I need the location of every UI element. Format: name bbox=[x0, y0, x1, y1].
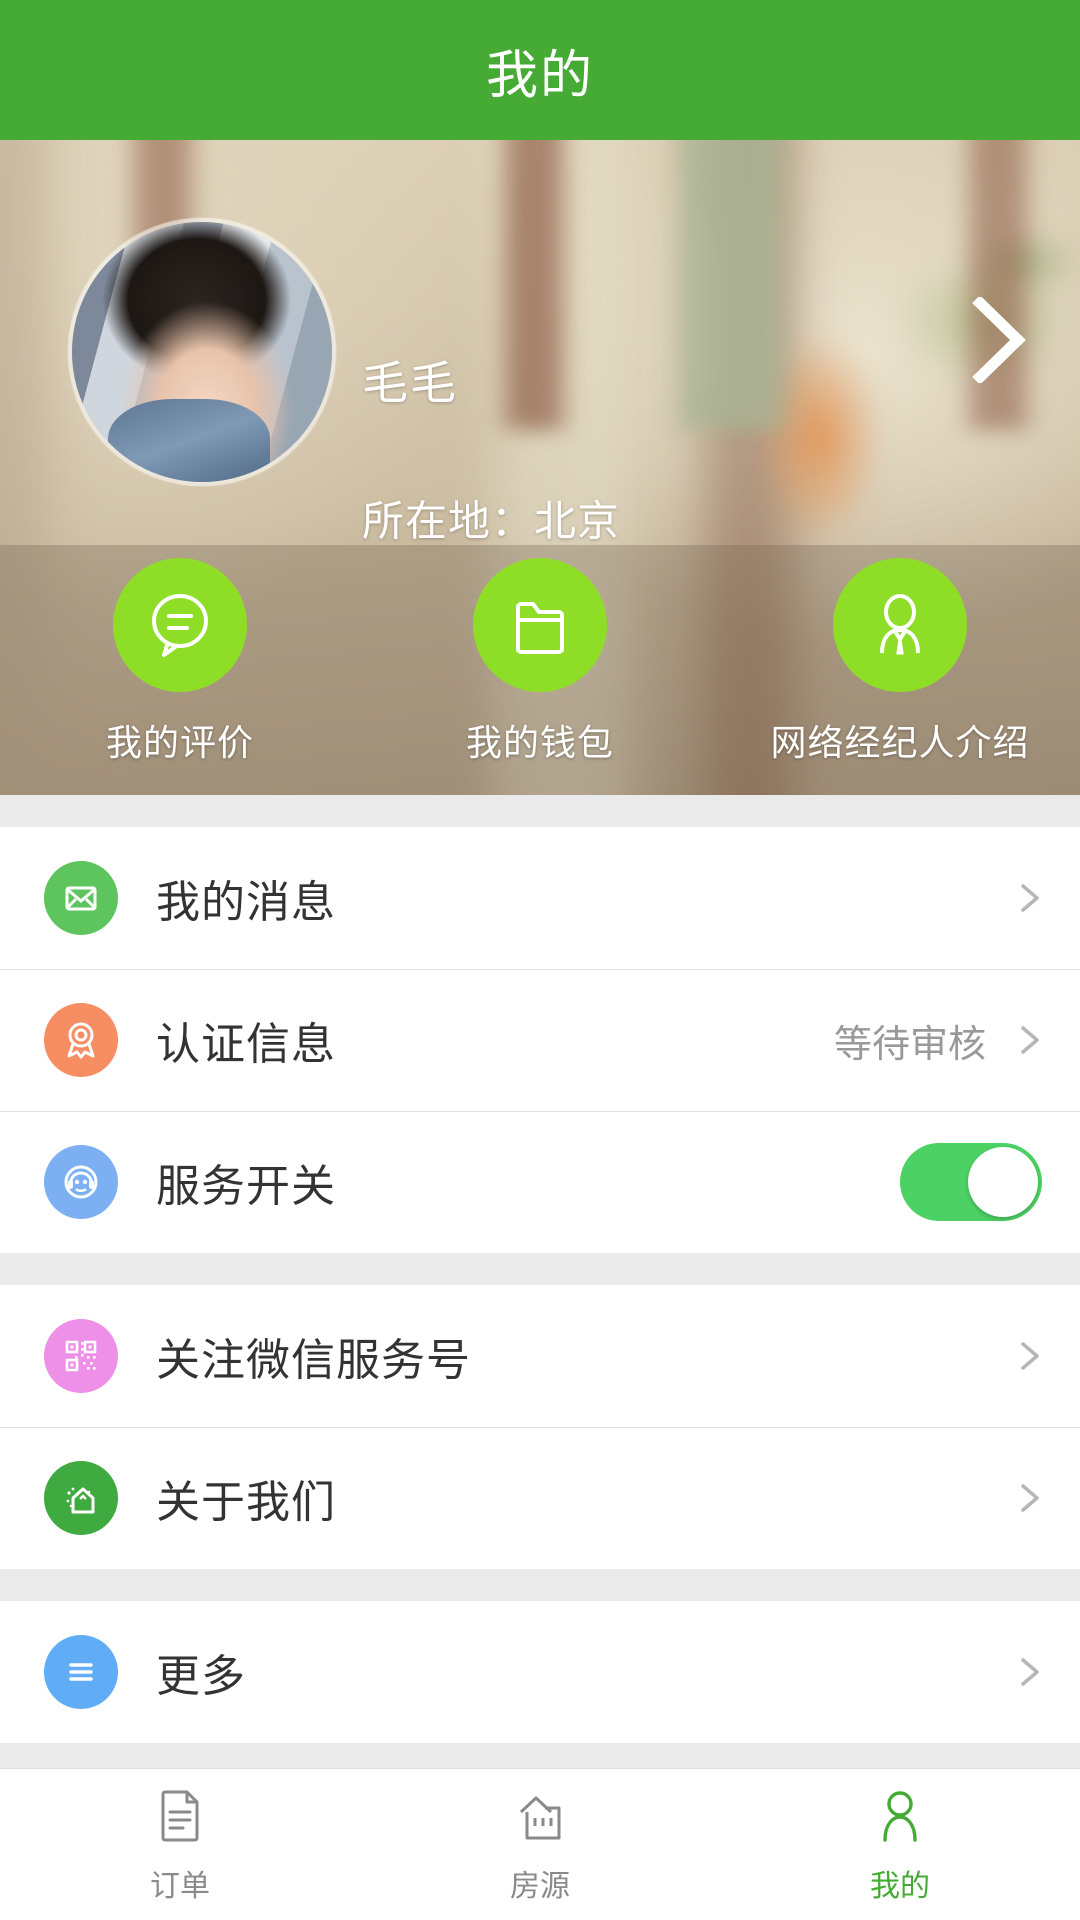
row-label: 关于我们 bbox=[156, 1478, 336, 1527]
tab-mine[interactable]: 我的 bbox=[720, 1769, 1080, 1920]
building-icon bbox=[509, 1784, 571, 1851]
avatar[interactable] bbox=[68, 218, 336, 486]
chevron-right-icon bbox=[1012, 881, 1046, 915]
row-label: 更多 bbox=[156, 1652, 246, 1701]
settings-group-2: 关注微信服务号 关于我们 bbox=[0, 1285, 1080, 1569]
chevron-right-icon bbox=[1012, 1481, 1046, 1515]
envelope-icon bbox=[44, 861, 118, 935]
profile-name: 毛毛 bbox=[362, 357, 458, 409]
folder-icon bbox=[473, 558, 607, 692]
quick-action-label: 我的钱包 bbox=[465, 722, 614, 763]
status-badge: 等待审核 bbox=[833, 1023, 986, 1066]
row-my-messages[interactable]: 我的消息 bbox=[0, 827, 1080, 969]
settings-group-1: 我的消息 认证信息 等待审核 服务开关 bbox=[0, 827, 1080, 1253]
tab-label: 订单 bbox=[150, 1870, 210, 1903]
service-switch-toggle[interactable] bbox=[900, 1143, 1042, 1221]
row-verification-info[interactable]: 认证信息 等待审核 bbox=[0, 969, 1080, 1111]
chevron-right-icon bbox=[1012, 1339, 1046, 1373]
app-screen: 我的 毛毛 所在地：北京 我的评价 我的钱包 网络经纪人介绍 我的消息 认证信息… bbox=[0, 0, 1080, 1920]
quick-action-agent-intro[interactable]: 网络经纪人介绍 bbox=[720, 558, 1080, 766]
tab-label: 我的 bbox=[870, 1870, 930, 1903]
chevron-right-icon bbox=[1012, 1023, 1046, 1057]
row-follow-wechat[interactable]: 关注微信服务号 bbox=[0, 1285, 1080, 1427]
quick-action-wallet[interactable]: 我的钱包 bbox=[360, 558, 720, 766]
page-header: 我的 bbox=[0, 0, 1080, 140]
menu-lines-icon bbox=[44, 1635, 118, 1709]
person-icon bbox=[869, 1784, 931, 1851]
quick-action-label: 网络经纪人介绍 bbox=[770, 722, 1030, 763]
profile-hero: 毛毛 所在地：北京 我的评价 我的钱包 网络经纪人介绍 bbox=[0, 140, 1080, 795]
row-service-switch[interactable]: 服务开关 bbox=[0, 1111, 1080, 1253]
chevron-right-icon[interactable] bbox=[972, 297, 1028, 383]
agent-person-icon bbox=[833, 558, 967, 692]
tab-label: 房源 bbox=[510, 1870, 570, 1903]
row-about-us[interactable]: 关于我们 bbox=[0, 1427, 1080, 1569]
qrcode-icon bbox=[44, 1319, 118, 1393]
tab-orders[interactable]: 订单 bbox=[0, 1769, 360, 1920]
quick-actions: 我的评价 我的钱包 网络经纪人介绍 bbox=[0, 558, 1080, 788]
profile-summary[interactable]: 毛毛 所在地：北京 bbox=[0, 140, 1080, 545]
row-label: 我的消息 bbox=[156, 878, 336, 927]
chat-bubble-icon bbox=[113, 558, 247, 692]
house-icon bbox=[44, 1461, 118, 1535]
quick-action-reviews[interactable]: 我的评价 bbox=[0, 558, 360, 766]
row-label: 关注微信服务号 bbox=[156, 1336, 471, 1385]
bottom-tab-bar: 订单 房源 我的 bbox=[0, 1768, 1080, 1920]
settings-list: 我的消息 认证信息 等待审核 服务开关 关注微信服务号 关于我们 更多 bbox=[0, 795, 1080, 1768]
chevron-right-icon bbox=[1012, 1655, 1046, 1689]
quick-action-label: 我的评价 bbox=[105, 722, 254, 763]
row-more[interactable]: 更多 bbox=[0, 1601, 1080, 1743]
toggle-knob bbox=[968, 1147, 1038, 1217]
headset-icon bbox=[44, 1145, 118, 1219]
row-label: 服务开关 bbox=[156, 1162, 336, 1211]
group-divider bbox=[0, 1743, 1080, 1768]
document-icon bbox=[149, 1784, 211, 1851]
settings-group-3: 更多 bbox=[0, 1601, 1080, 1743]
tab-listings[interactable]: 房源 bbox=[360, 1769, 720, 1920]
group-divider bbox=[0, 795, 1080, 827]
group-divider bbox=[0, 1569, 1080, 1601]
page-title: 我的 bbox=[485, 46, 594, 105]
profile-location: 所在地：北京 bbox=[362, 497, 621, 545]
medal-icon bbox=[44, 1003, 118, 1077]
group-divider bbox=[0, 1253, 1080, 1285]
row-label: 认证信息 bbox=[156, 1020, 336, 1069]
